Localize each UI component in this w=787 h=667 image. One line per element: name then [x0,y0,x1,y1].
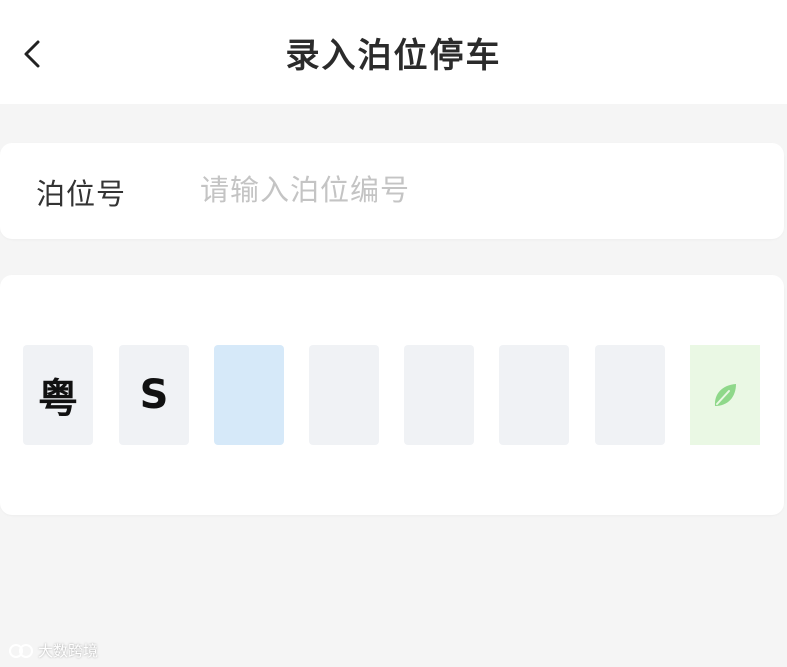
page-title: 录入泊位停车 [285,36,502,76]
plate-cell-4[interactable] [309,345,379,445]
berth-number-input[interactable] [200,165,740,215]
top-bar: 录入泊位停车 [0,0,787,104]
plate-cell-3[interactable] [214,345,284,445]
plate-cell-7[interactable] [595,345,665,445]
plate-cell-5[interactable] [404,345,474,445]
leaf-icon [714,384,736,406]
watermark: 大数跨境 [8,640,98,661]
watermark-text: 大数跨境 [38,642,99,660]
berth-card: 泊位号 [0,143,784,239]
plate-card: 粤 S [0,275,784,515]
plate-cell-6[interactable] [499,345,569,445]
watermark-logo-icon [9,643,33,658]
plate-cell-letter[interactable]: S [119,345,189,445]
plate-cell-province[interactable]: 粤 [23,345,93,445]
berth-number-label: 泊位号 [36,177,127,211]
plate-input-row: 粤 S [0,345,784,445]
plate-cell-new-energy[interactable] [690,345,760,445]
